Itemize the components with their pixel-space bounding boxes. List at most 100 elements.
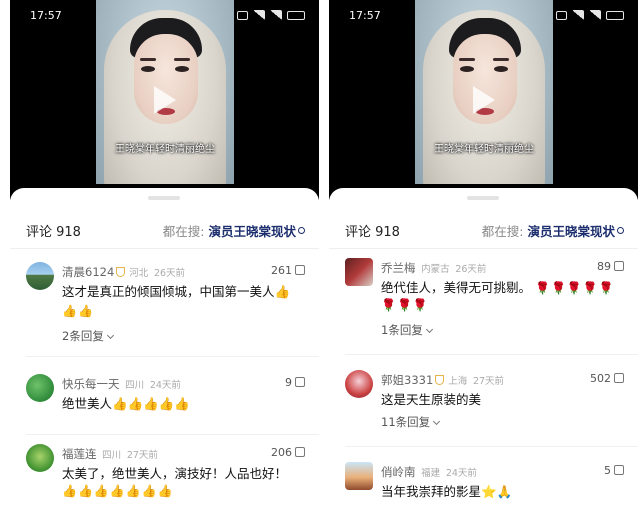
divider: [26, 434, 319, 435]
play-icon[interactable]: [154, 86, 176, 114]
timestamp: 26天前: [455, 264, 487, 275]
thumbs-up-icon: [614, 373, 624, 383]
trending-search[interactable]: 都在搜: 演员王晓棠现状: [482, 221, 624, 240]
signal-icon-2: [589, 10, 601, 20]
like-button[interactable]: 9: [285, 376, 305, 389]
location: 内蒙古: [421, 264, 450, 275]
like-button[interactable]: 206: [271, 446, 305, 459]
username[interactable]: 清晨6124: [62, 265, 114, 279]
left-eye: [460, 66, 474, 72]
sheet-drag-handle[interactable]: [467, 196, 499, 200]
comment-text: 绝代佳人，美得无可挑剔。 🌹🌹🌹🌹🌹: [381, 280, 615, 295]
badge-icon: [116, 267, 126, 277]
status-time: 17:57: [349, 9, 381, 22]
search-term-link[interactable]: 演员王晓棠现状: [527, 224, 615, 239]
trending-search[interactable]: 都在搜: 演员王晓棠现状: [163, 221, 305, 240]
thumbs-up-icon: [614, 465, 624, 475]
username[interactable]: 快乐每一天: [62, 377, 120, 391]
left-brow: [459, 58, 475, 61]
right-brow: [174, 58, 190, 61]
wifi-icon: [237, 10, 248, 20]
view-replies-button[interactable]: 2条回复: [62, 328, 114, 344]
avatar[interactable]: [26, 262, 54, 290]
like-count: 89: [597, 260, 611, 273]
comment-sheet: 评论 918 都在搜: 演员王晓棠现状 清晨6124 河北 26天前 261 这才…: [10, 188, 319, 526]
username[interactable]: 福莲连: [62, 447, 97, 461]
signal-icon-2: [270, 10, 282, 20]
video-player[interactable]: 17:57 王晓棠年轻时清丽绝尘: [329, 0, 638, 200]
timestamp: 26天前: [153, 268, 186, 279]
like-button[interactable]: 5: [604, 464, 624, 477]
sheet-drag-handle[interactable]: [148, 196, 180, 200]
right-eye: [175, 66, 189, 72]
video-caption: 王晓棠年轻时清丽绝尘: [434, 144, 534, 155]
searching-label: 都在搜:: [162, 224, 205, 239]
avatar[interactable]: [345, 258, 373, 286]
location: 河北: [129, 268, 149, 279]
right-eye: [494, 66, 508, 72]
divider: [26, 356, 319, 357]
search-term-link[interactable]: 演员王晓棠现状: [208, 224, 296, 239]
phone-screen-right: 17:57 王晓棠年轻时清丽绝尘 评论 918 都在搜: 演员王晓棠现状 乔兰梅…: [329, 0, 638, 526]
chevron-down-icon: [425, 325, 433, 334]
comment-text: 太美了，绝世美人，演技好！人品也好！: [62, 466, 288, 481]
video-frame-portrait: 王晓棠年轻时清丽绝尘: [415, 0, 553, 184]
location: 福建: [421, 468, 441, 479]
wifi-icon: [556, 10, 567, 20]
star-pray-emoji: ⭐🙏: [481, 484, 513, 499]
view-replies-button[interactable]: 11条回复: [381, 414, 441, 430]
timestamp: 24天前: [445, 468, 477, 479]
battery-icon: [287, 10, 305, 20]
thumbs-up-emojis: 👍👍: [62, 304, 94, 318]
username[interactable]: 郭姐3331: [381, 373, 433, 387]
thumbs-up-icon: [614, 261, 624, 271]
search-icon: [617, 227, 624, 234]
avatar[interactable]: [345, 370, 373, 398]
thumbs-up-emoji: 👍: [274, 284, 291, 299]
left-brow: [140, 58, 156, 61]
rose-emojis: 🌹🌹🌹🌹🌹: [535, 281, 615, 295]
search-icon: [298, 227, 305, 234]
timestamp: 27天前: [126, 450, 158, 461]
timestamp: 24天前: [149, 380, 181, 391]
location: 四川: [125, 380, 145, 391]
view-replies-button[interactable]: 1条回复: [381, 322, 433, 338]
rose-emojis: 🌹🌹🌹: [381, 298, 429, 312]
comment-header: 评论 918 都在搜: 演员王晓棠现状: [329, 218, 638, 242]
like-button[interactable]: 89: [597, 260, 624, 273]
searching-label: 都在搜:: [481, 224, 524, 239]
username[interactable]: 俏岭南: [381, 465, 416, 479]
avatar[interactable]: [26, 374, 54, 402]
thumbs-up-emoji: 👍👍👍👍👍: [112, 396, 190, 411]
like-button[interactable]: 261: [271, 264, 305, 277]
divider: [345, 446, 638, 447]
thumbs-up-icon: [295, 377, 305, 387]
comment-count: 评论 918: [345, 225, 400, 240]
avatar[interactable]: [26, 444, 54, 472]
divider: [10, 248, 319, 249]
video-player[interactable]: 17:57 王晓棠年轻时清丽绝尘: [10, 0, 319, 200]
like-count: 206: [271, 446, 292, 459]
thumbs-up-icon: [295, 447, 305, 457]
left-eye: [141, 66, 155, 72]
badge-icon: [435, 375, 445, 385]
divider: [329, 248, 638, 249]
video-caption: 王晓棠年轻时清丽绝尘: [115, 144, 215, 155]
like-count: 261: [271, 264, 292, 277]
video-frame-portrait: 王晓棠年轻时清丽绝尘: [96, 0, 234, 184]
comment-text: 绝世美人👍👍👍👍👍: [62, 396, 190, 411]
avatar[interactable]: [345, 462, 373, 490]
comment-count: 评论 918: [26, 225, 81, 240]
comment-header: 评论 918 都在搜: 演员王晓棠现状: [10, 218, 319, 242]
play-icon[interactable]: [473, 86, 495, 114]
like-count: 9: [285, 376, 292, 389]
battery-icon: [606, 10, 624, 20]
right-brow: [493, 58, 509, 61]
username[interactable]: 乔兰梅: [381, 261, 416, 275]
location: 上海: [448, 376, 468, 387]
signal-icon: [572, 10, 584, 20]
status-time: 17:57: [30, 9, 62, 22]
like-button[interactable]: 502: [590, 372, 624, 385]
comment-text: 当年我崇拜的影星⭐🙏: [381, 484, 513, 499]
divider: [345, 354, 638, 355]
